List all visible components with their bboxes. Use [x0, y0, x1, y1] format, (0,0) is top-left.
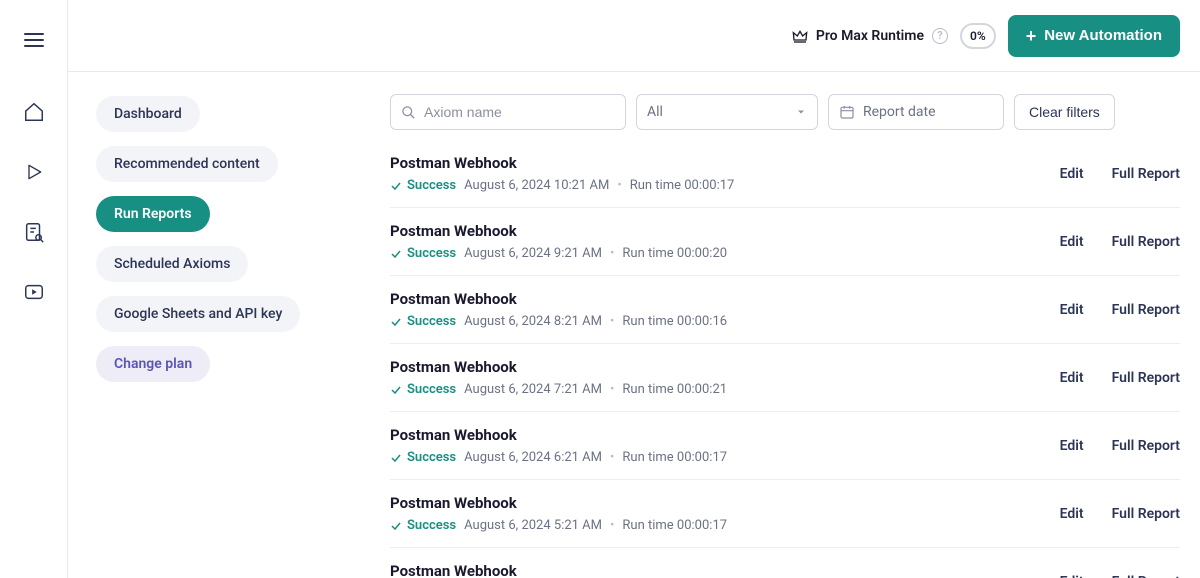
report-row: Postman Webhook Success August 6, 2024 1…	[390, 154, 1180, 208]
subnav-item-scheduled[interactable]: Scheduled Axioms	[96, 246, 248, 282]
report-runtime: Run time 00:00:17	[630, 178, 735, 193]
plus-icon: +	[1026, 27, 1037, 45]
edit-link[interactable]: Edit	[1060, 506, 1084, 522]
full-report-link[interactable]: Full Report	[1112, 370, 1180, 386]
runtime-badge[interactable]: Pro Max Runtime ?	[792, 28, 948, 44]
report-runtime: Run time 00:00:16	[622, 314, 727, 329]
search-icon	[401, 105, 416, 120]
edit-link[interactable]: Edit	[1060, 574, 1084, 578]
separator-dot: •	[610, 246, 614, 261]
report-runtime: Run time 00:00:21	[622, 382, 727, 397]
report-search-icon[interactable]	[22, 220, 46, 244]
clear-filters-button[interactable]: Clear filters	[1014, 94, 1115, 130]
calendar-icon	[839, 104, 855, 120]
status-text: Success	[407, 450, 456, 465]
status-text: Success	[407, 246, 456, 261]
full-report-link[interactable]: Full Report	[1112, 438, 1180, 454]
subnav: Dashboard Recommended content Run Report…	[68, 72, 378, 578]
full-report-link[interactable]: Full Report	[1112, 302, 1180, 318]
home-icon[interactable]	[22, 100, 46, 124]
report-title: Postman Webhook	[390, 358, 1060, 376]
subnav-item-change-plan[interactable]: Change plan	[96, 346, 210, 382]
help-icon[interactable]: ?	[932, 28, 948, 44]
search-field[interactable]	[390, 94, 626, 130]
separator-dot: •	[610, 382, 614, 397]
report-meta: Success August 6, 2024 9:21 AM • Run tim…	[390, 246, 1060, 261]
status-text: Success	[407, 178, 456, 193]
subnav-item-dashboard[interactable]: Dashboard	[96, 96, 200, 132]
separator-dot: •	[617, 178, 621, 193]
separator-dot: •	[610, 450, 614, 465]
report-meta: Success August 6, 2024 5:21 AM • Run tim…	[390, 518, 1060, 533]
full-report-link[interactable]: Full Report	[1112, 234, 1180, 250]
separator-dot: •	[610, 314, 614, 329]
report-timestamp: August 6, 2024 6:21 AM	[464, 450, 602, 465]
date-field[interactable]: Report date	[828, 94, 1004, 130]
reports-panel: All Report date Clear filters Pos	[378, 72, 1200, 578]
report-meta: Success August 6, 2024 6:21 AM • Run tim…	[390, 450, 1060, 465]
edit-link[interactable]: Edit	[1060, 166, 1084, 182]
status-select-value: All	[647, 104, 663, 120]
status-badge: Success	[390, 382, 456, 397]
video-icon[interactable]	[22, 280, 46, 304]
status-badge: Success	[390, 314, 456, 329]
report-timestamp: August 6, 2024 10:21 AM	[464, 178, 609, 193]
report-timestamp: August 6, 2024 5:21 AM	[464, 518, 602, 533]
edit-link[interactable]: Edit	[1060, 234, 1084, 250]
edit-link[interactable]: Edit	[1060, 370, 1084, 386]
status-text: Success	[407, 518, 456, 533]
status-badge: Success	[390, 178, 456, 193]
status-badge: Success	[390, 518, 456, 533]
report-runtime: Run time 00:00:17	[622, 518, 727, 533]
report-runtime: Run time 00:00:20	[622, 246, 727, 261]
full-report-link[interactable]: Full Report	[1112, 506, 1180, 522]
reports-list: Postman Webhook Success August 6, 2024 1…	[390, 154, 1180, 578]
report-title: Postman Webhook	[390, 562, 1060, 578]
report-row: Postman Webhook Success August 6, 2024 4…	[390, 548, 1180, 578]
report-timestamp: August 6, 2024 8:21 AM	[464, 314, 602, 329]
filters-bar: All Report date Clear filters	[390, 94, 1180, 130]
report-row: Postman Webhook Success August 6, 2024 8…	[390, 276, 1180, 344]
full-report-link[interactable]: Full Report	[1112, 166, 1180, 182]
subnav-item-run-reports[interactable]: Run Reports	[96, 196, 210, 232]
status-badge: Success	[390, 450, 456, 465]
edit-link[interactable]: Edit	[1060, 438, 1084, 454]
subnav-item-recommended[interactable]: Recommended content	[96, 146, 278, 182]
date-placeholder: Report date	[863, 104, 936, 120]
report-title: Postman Webhook	[390, 222, 1060, 240]
report-meta: Success August 6, 2024 8:21 AM • Run tim…	[390, 314, 1060, 329]
report-meta: Success August 6, 2024 7:21 AM • Run tim…	[390, 382, 1060, 397]
crown-icon	[792, 29, 808, 43]
report-title: Postman Webhook	[390, 154, 1060, 172]
status-badge: Success	[390, 246, 456, 261]
report-row: Postman Webhook Success August 6, 2024 9…	[390, 208, 1180, 276]
report-row: Postman Webhook Success August 6, 2024 6…	[390, 412, 1180, 480]
menu-icon[interactable]	[22, 28, 46, 52]
report-meta: Success August 6, 2024 10:21 AM • Run ti…	[390, 178, 1060, 193]
icon-sidebar	[0, 0, 68, 578]
new-automation-label: New Automation	[1044, 27, 1162, 44]
chevron-down-icon	[795, 106, 807, 118]
topbar: Pro Max Runtime ? 0% + New Automation	[68, 0, 1200, 72]
play-icon[interactable]	[22, 160, 46, 184]
separator-dot: •	[610, 518, 614, 533]
status-text: Success	[407, 314, 456, 329]
status-select[interactable]: All	[636, 94, 818, 130]
report-row: Postman Webhook Success August 6, 2024 5…	[390, 480, 1180, 548]
report-row: Postman Webhook Success August 6, 2024 7…	[390, 344, 1180, 412]
report-title: Postman Webhook	[390, 426, 1060, 444]
report-timestamp: August 6, 2024 9:21 AM	[464, 246, 602, 261]
runtime-label: Pro Max Runtime	[816, 28, 924, 44]
search-input[interactable]	[424, 104, 615, 120]
report-runtime: Run time 00:00:17	[622, 450, 727, 465]
report-title: Postman Webhook	[390, 494, 1060, 512]
new-automation-button[interactable]: + New Automation	[1008, 15, 1180, 57]
status-text: Success	[407, 382, 456, 397]
usage-percent-badge: 0%	[960, 23, 996, 49]
report-timestamp: August 6, 2024 7:21 AM	[464, 382, 602, 397]
subnav-item-gs-api[interactable]: Google Sheets and API key	[96, 296, 300, 332]
edit-link[interactable]: Edit	[1060, 302, 1084, 318]
full-report-link[interactable]: Full Report	[1112, 574, 1180, 578]
report-title: Postman Webhook	[390, 290, 1060, 308]
